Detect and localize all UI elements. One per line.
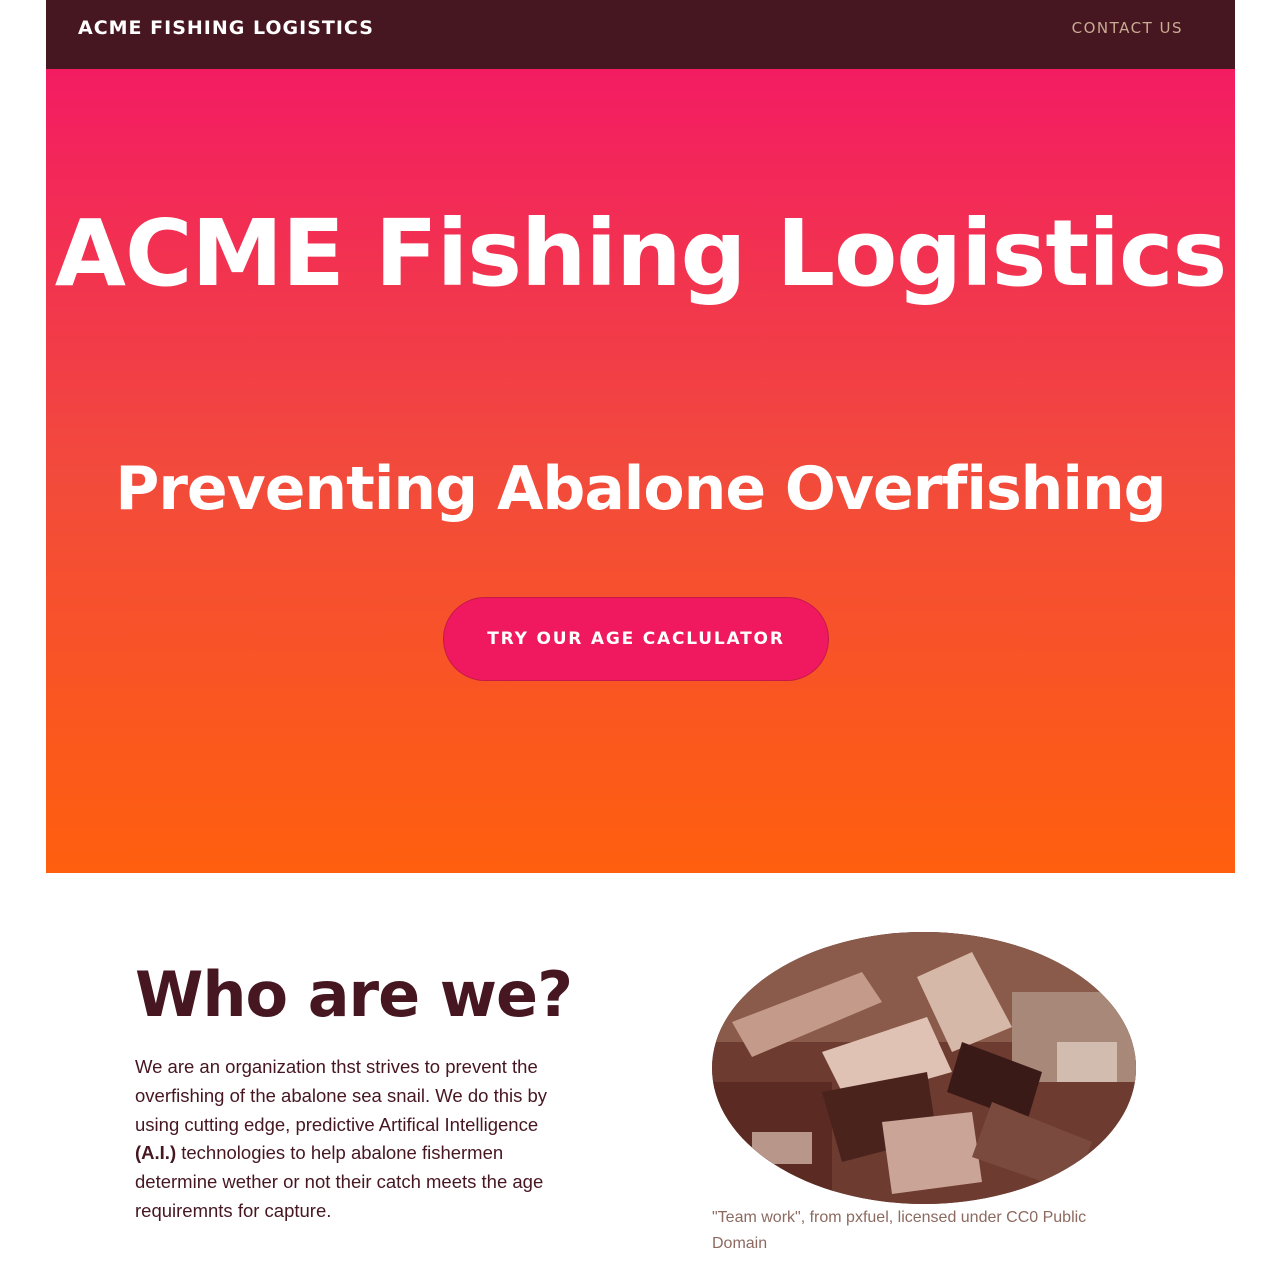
page: ACME FISHING LOGISTICS CONTACT US ACME F… bbox=[0, 0, 1282, 1271]
about-text-start: We are an organization thst strives to p… bbox=[135, 1056, 548, 1135]
teamwork-photo bbox=[712, 932, 1136, 1204]
age-calculator-button[interactable]: TRY OUR AGE CACLULATOR bbox=[443, 597, 829, 681]
about-paragraph: We are an organization thst strives to p… bbox=[135, 1053, 565, 1226]
contact-us-link[interactable]: CONTACT US bbox=[1072, 19, 1183, 37]
brand-link[interactable]: ACME FISHING LOGISTICS bbox=[78, 17, 374, 39]
hero-section: ACME Fishing Logistics Preventing Abalon… bbox=[46, 69, 1235, 873]
teamwork-photo-graphic bbox=[712, 932, 1136, 1204]
hero-title: ACME Fishing Logistics bbox=[54, 200, 1227, 307]
about-heading: Who are we? bbox=[135, 958, 573, 1031]
navbar: ACME FISHING LOGISTICS CONTACT US bbox=[46, 0, 1235, 69]
about-text-end: technologies to help abalone fishermen d… bbox=[135, 1142, 544, 1221]
hero-subtitle: Preventing Abalone Overfishing bbox=[115, 454, 1166, 524]
photo-caption: "Team work", from pxfuel, licensed under… bbox=[712, 1209, 1087, 1252]
ai-abbreviation: (A.I.) bbox=[135, 1142, 177, 1164]
